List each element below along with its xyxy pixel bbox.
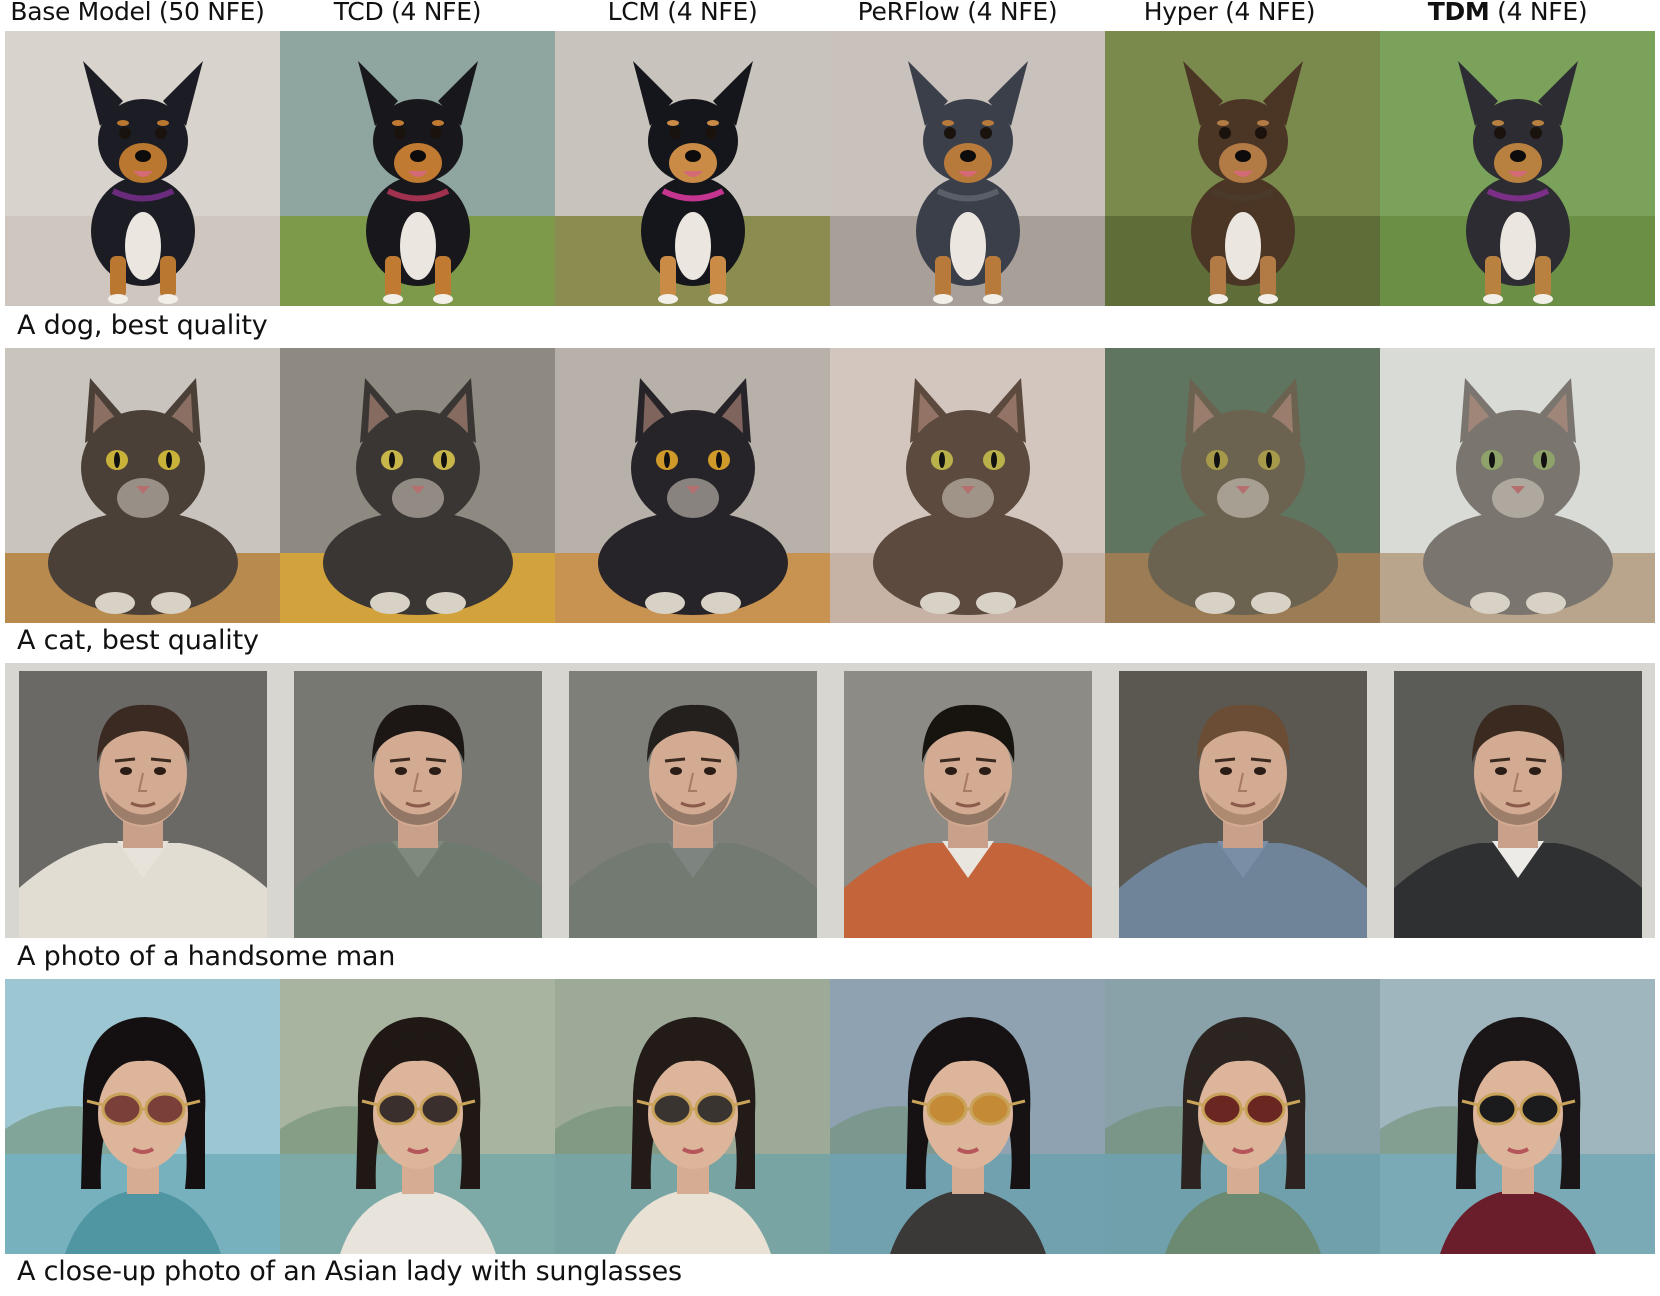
row-caption-man: A photo of a handsome man [17,941,396,972]
cat-image-tdm [1380,348,1655,623]
man-image-lcm [555,663,830,938]
lady-image-tdm [1380,979,1655,1254]
dog-image-base-model [5,31,280,306]
man-image-tdm [1380,663,1655,938]
dog-image-tdm [1380,31,1655,306]
cat-image-lcm [555,348,830,623]
column-header-tcd: TCD (4 NFE) [333,0,482,26]
lady-image-hyper [1105,979,1380,1254]
lady-image-lcm [555,979,830,1254]
dog-image-perflow [830,31,1105,306]
man-image-base-model [5,663,280,938]
lady-image-base-model [5,979,280,1254]
column-header-hyper: Hyper (4 NFE) [1143,0,1316,26]
man-image-hyper [1105,663,1380,938]
image-row-cat [5,348,1657,623]
column-header-perflow: PeRFlow (4 NFE) [857,0,1058,26]
cat-image-base-model [5,348,280,623]
image-row-lady [5,979,1657,1254]
row-caption-cat: A cat, best quality [17,625,259,656]
row-caption-lady: A close-up photo of an Asian lady with s… [17,1256,682,1287]
cat-image-hyper [1105,348,1380,623]
column-header-lcm: LCM (4 NFE) [607,0,758,26]
cat-image-tcd [280,348,555,623]
row-caption-dog: A dog, best quality [17,310,268,341]
cat-image-perflow [830,348,1105,623]
image-row-man [5,663,1657,938]
image-row-dog [5,31,1657,306]
dog-image-hyper [1105,31,1380,306]
lady-image-tcd [280,979,555,1254]
column-header-row: Base Model (50 NFE) TCD (4 NFE) LCM (4 N… [0,0,1660,30]
column-header-tdm: TDM (4 NFE) [1427,0,1588,26]
column-header-base-model: Base Model (50 NFE) [10,0,265,26]
dog-image-tcd [280,31,555,306]
dog-image-lcm [555,31,830,306]
man-image-perflow [830,663,1105,938]
man-image-tcd [280,663,555,938]
lady-image-perflow [830,979,1105,1254]
